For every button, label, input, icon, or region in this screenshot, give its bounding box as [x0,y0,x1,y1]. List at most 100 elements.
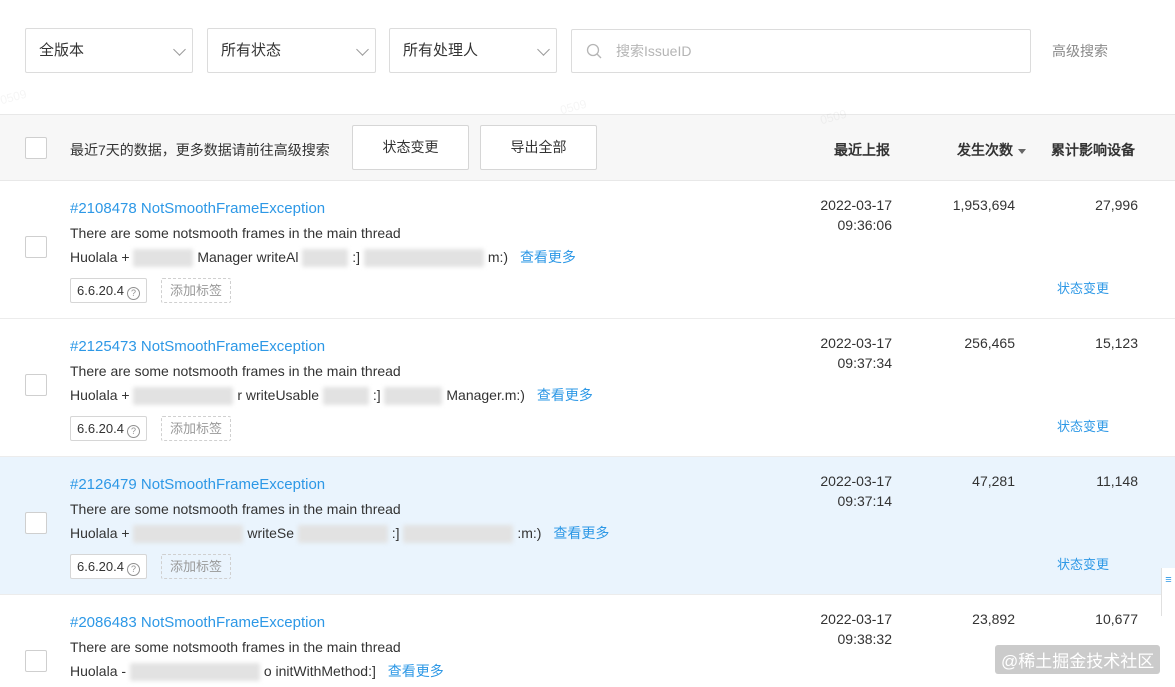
table-row: #2108478 NotSmoothFrameException There a… [0,181,1175,319]
affected-devices: 27,996 [1095,197,1138,213]
redacted-block [363,249,484,268]
row-status-change-link[interactable]: 状态变更 [1057,416,1109,435]
stack-part: :] [391,525,400,541]
redacted-block [297,525,388,544]
advanced-search-link[interactable]: 高级搜索 [1052,41,1108,61]
version-label: 6.6.20.4 [77,559,124,574]
stack-part: :m:) [517,525,542,541]
status-select-value: 所有状态 [221,42,282,59]
stack-trace: Huolala - o initWithMethod:] 查看更多 [70,661,444,682]
table-row: #2126479 NotSmoothFrameException There a… [0,457,1175,595]
status-select[interactable]: 所有状态 [207,28,376,73]
stack-part: Huolala + [70,249,130,265]
stack-part: Huolala - [70,663,127,679]
redacted-block [133,249,194,268]
issue-title-link[interactable]: #2108478 NotSmoothFrameException [70,200,325,217]
stack-part: writeSe [247,525,295,541]
issue-message: There are some notsmooth frames in the m… [70,225,401,241]
report-date: 2022-03-17 [820,611,892,627]
issue-message: There are some notsmooth frames in the m… [70,501,401,517]
stack-trace: Huolala + r writeUsable :] Manager.m:) 查… [70,385,593,406]
version-badge: 6.6.20.4? [70,278,147,303]
row-status-change-link[interactable]: 状态变更 [1057,278,1109,297]
filter-bar: 全版本 所有状态 所有处理人 高级搜索 [0,0,1175,114]
help-icon[interactable]: ? [127,563,140,576]
version-label: 6.6.20.4 [77,421,124,436]
occurrence-count: 23,892 [972,611,1015,627]
last-report-time: 2022-03-17 09:38:32 [780,609,892,649]
chevron-down-icon [173,43,186,56]
chevron-down-icon [537,43,550,56]
affected-devices: 15,123 [1095,335,1138,351]
issue-message: There are some notsmooth frames in the m… [70,639,401,655]
redacted-block [302,249,349,268]
last-report-time: 2022-03-17 09:36:06 [780,195,892,235]
data-range-hint: 最近7天的数据，更多数据请前往高级搜索 [70,142,330,158]
column-occurrences-label: 发生次数 [957,142,1013,158]
row-checkbox[interactable] [25,650,47,672]
search-icon [586,43,602,59]
stack-part: :] [372,387,381,403]
help-icon[interactable]: ? [127,425,140,438]
report-clock: 09:37:34 [837,355,893,371]
affected-devices: 10,677 [1095,611,1138,627]
report-date: 2022-03-17 [820,473,892,489]
stack-trace: Huolala + Manager writeAl :] m:) 查看更多 [70,247,576,268]
stack-part: Manager.m:) [446,387,525,403]
select-all-checkbox[interactable] [25,137,47,159]
chevron-down-icon [356,43,369,56]
brand-watermark: @稀土掘金技术社区 [995,645,1161,674]
report-clock: 09:36:06 [837,217,893,233]
version-badge: 6.6.20.4? [70,416,147,441]
version-select-value: 全版本 [39,42,85,59]
assignee-select-value: 所有处理人 [403,42,479,59]
export-all-button[interactable]: 导出全部 [480,125,597,170]
report-date: 2022-03-17 [820,197,892,213]
help-icon[interactable]: ? [127,287,140,300]
redacted-block [129,663,260,682]
redacted-block [322,387,369,406]
issue-title-link[interactable]: #2086483 NotSmoothFrameException [70,614,325,631]
search-box [571,29,1031,73]
redacted-block [133,387,234,406]
column-affected-devices[interactable]: 累计影响设备 [1051,140,1135,160]
row-checkbox[interactable] [25,374,47,396]
side-feedback-tab[interactable]: ≡ [1161,568,1175,616]
table-header: 最近7天的数据，更多数据请前往高级搜索 状态变更 导出全部 最近上报 发生次数 … [0,114,1175,181]
last-report-time: 2022-03-17 09:37:14 [780,471,892,511]
report-clock: 09:38:32 [837,631,893,647]
add-tag-button[interactable]: 添加标签 [161,554,232,579]
stack-part: Manager writeAl [197,249,299,265]
view-more-link[interactable]: 查看更多 [520,249,576,265]
issue-title-link[interactable]: #2126479 NotSmoothFrameException [70,476,325,493]
affected-devices: 11,148 [1096,473,1138,489]
sort-desc-icon [1018,148,1026,154]
search-input[interactable] [616,30,1016,72]
report-clock: 09:37:14 [837,493,893,509]
stack-trace: Huolala + writeSe :] :m:) 查看更多 [70,523,609,544]
table-row: #2125473 NotSmoothFrameException There a… [0,319,1175,457]
column-last-report[interactable]: 最近上报 [834,140,890,160]
stack-part: :] [352,249,361,265]
stack-part: o initWithMethod:] [263,663,376,679]
occurrence-count: 1,953,694 [952,197,1015,213]
view-more-link[interactable]: 查看更多 [537,387,593,403]
row-checkbox[interactable] [25,236,47,258]
add-tag-button[interactable]: 添加标签 [161,278,232,303]
stack-part: r writeUsable [237,387,320,403]
column-occurrences[interactable]: 发生次数 [957,140,1026,160]
add-tag-button[interactable]: 添加标签 [161,416,232,441]
version-label: 6.6.20.4 [77,283,124,298]
last-report-time: 2022-03-17 09:37:34 [780,333,892,373]
view-more-link[interactable]: 查看更多 [553,525,609,541]
redacted-block [403,525,514,544]
occurrence-count: 256,465 [964,335,1015,351]
assignee-select[interactable]: 所有处理人 [389,28,557,73]
row-status-change-link[interactable]: 状态变更 [1057,554,1109,573]
view-more-link[interactable]: 查看更多 [388,663,444,679]
status-change-button[interactable]: 状态变更 [352,125,469,170]
stack-part: Huolala + [70,387,130,403]
issue-title-link[interactable]: #2125473 NotSmoothFrameException [70,338,325,355]
row-checkbox[interactable] [25,512,47,534]
version-select[interactable]: 全版本 [25,28,193,73]
